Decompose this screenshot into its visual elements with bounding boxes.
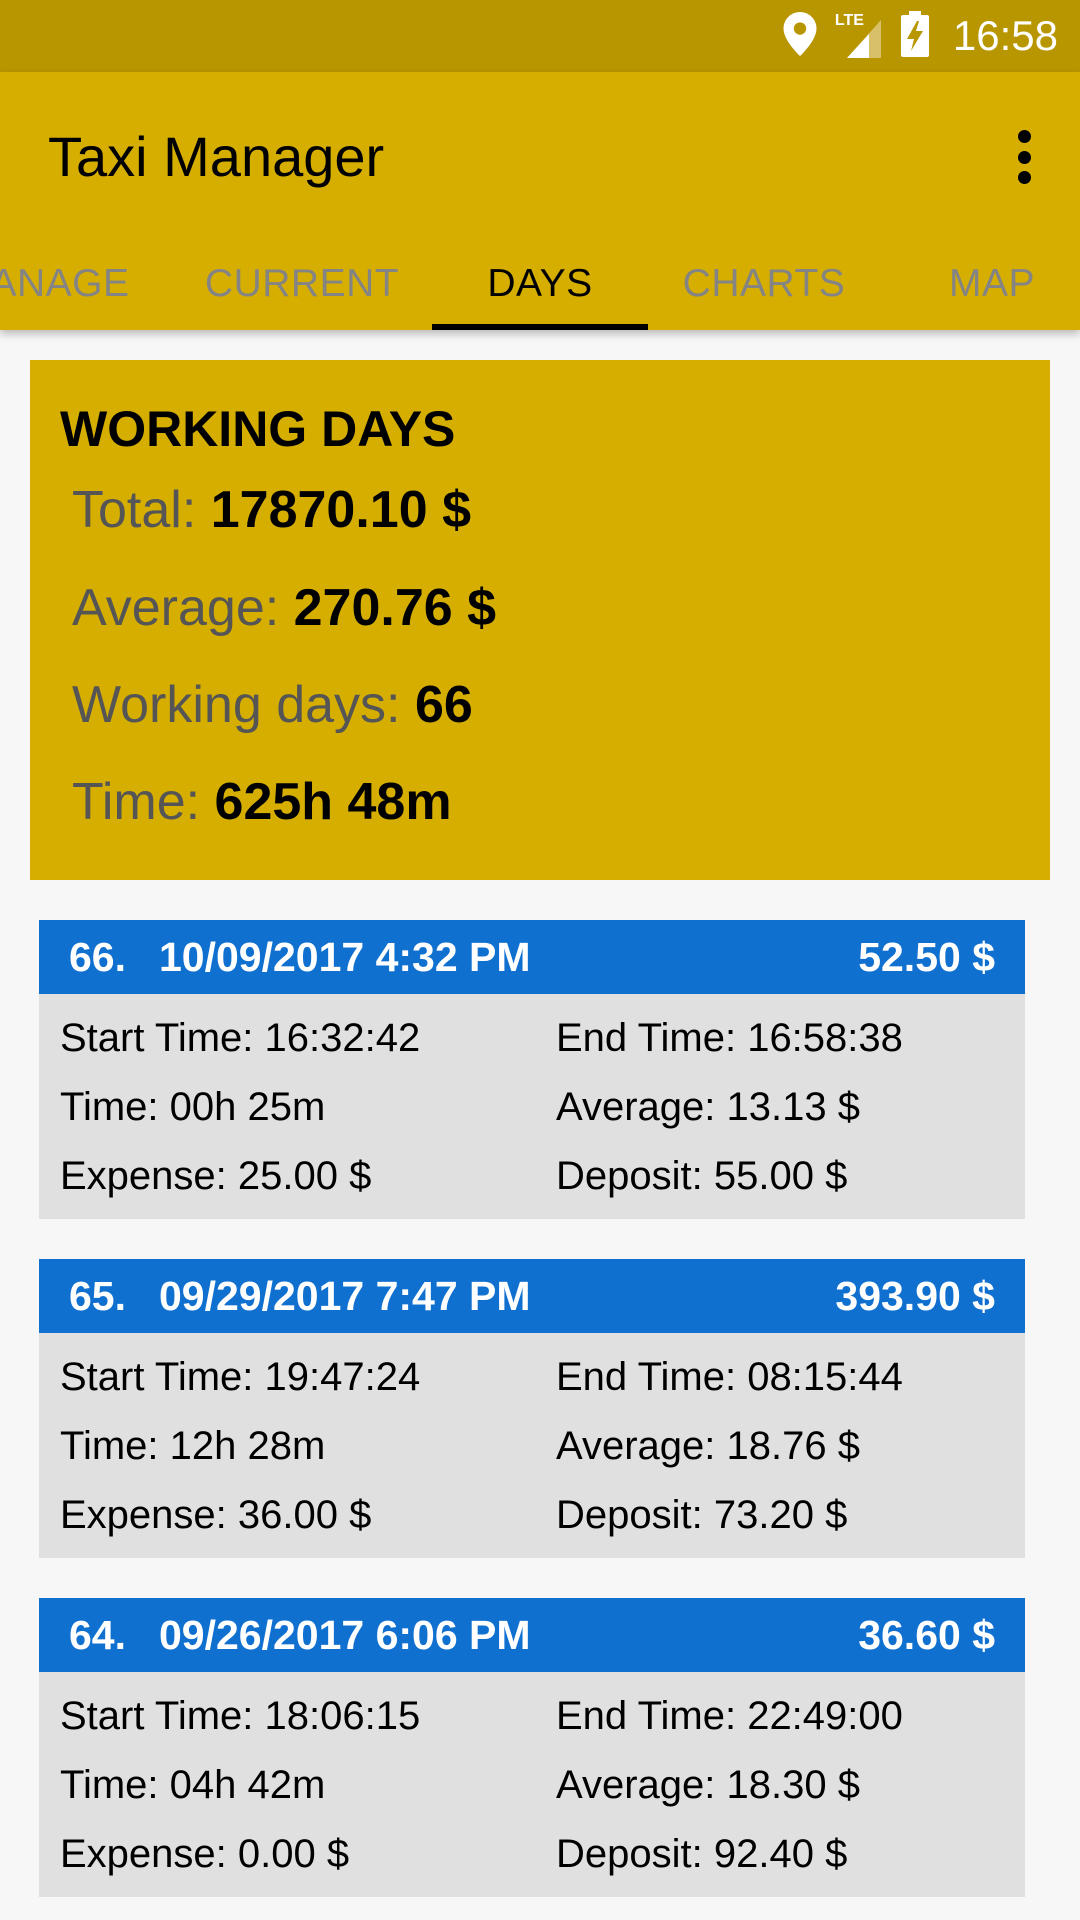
average: Average: 18.30 $ (556, 1763, 860, 1807)
app-title: Taxi Manager (48, 125, 385, 188)
day-total: 36.60 $ (858, 1612, 995, 1658)
deposit: Deposit: 92.40 $ (556, 1832, 848, 1876)
day-number: 65. (69, 1273, 126, 1319)
end-time: End Time: 16:58:38 (556, 1016, 903, 1060)
time-value: 625h 48m (214, 773, 452, 831)
day-card[interactable]: 66. 10/09/2017 4:32 PM 52.50 $ Start Tim… (39, 920, 1025, 1219)
network-type-label: LTE (834, 12, 864, 29)
start-time: Start Time: 19:47:24 (60, 1355, 421, 1399)
duration: Time: 04h 42m (60, 1763, 326, 1807)
deposit: Deposit: 73.20 $ (556, 1493, 848, 1537)
day-card-body: Start Time: 19:47:24 End Time: 08:15:44 … (39, 1333, 1025, 1558)
day-total: 393.90 $ (835, 1273, 995, 1319)
deposit: Deposit: 55.00 $ (556, 1154, 848, 1198)
app-bar: Taxi Manager ANAGE CURRENT DAYS CHARTS M… (0, 72, 1080, 330)
duration: Time: 00h 25m (60, 1085, 326, 1129)
expense: Expense: 36.00 $ (60, 1493, 372, 1537)
more-vert-icon[interactable] (1014, 130, 1034, 184)
working-days-summary: WORKING DAYS Total: 17870.10 $ Average: … (30, 360, 1050, 880)
day-card-body: Start Time: 16:32:42 End Time: 16:58:38 … (39, 994, 1025, 1219)
summary-total: Total: 17870.10 $ (72, 481, 472, 539)
status-bar: LTE 16:58 (0, 0, 1080, 72)
day-total: 52.50 $ (858, 934, 995, 980)
end-time: End Time: 22:49:00 (556, 1694, 903, 1738)
day-number: 66. (69, 934, 126, 980)
duration: Time: 12h 28m (60, 1424, 326, 1468)
average: Average: 18.76 $ (556, 1424, 860, 1468)
summary-time: Time: 625h 48m (72, 773, 452, 831)
location-icon (783, 11, 817, 61)
day-card-body: Start Time: 18:06:15 End Time: 22:49:00 … (39, 1672, 1025, 1897)
day-datetime: 10/09/2017 4:32 PM (159, 934, 531, 980)
total-value: 17870.10 $ (210, 481, 472, 539)
day-card[interactable]: 64. 09/26/2017 6:06 PM 36.60 $ Start Tim… (39, 1598, 1025, 1897)
tab-map[interactable]: MAP (912, 262, 1072, 330)
day-card-header: 66. 10/09/2017 4:32 PM 52.50 $ (39, 920, 1025, 994)
day-card[interactable]: 65. 09/29/2017 7:47 PM 393.90 $ Start Ti… (39, 1259, 1025, 1558)
clock: 16:58 (952, 12, 1058, 59)
day-card-header: 65. 09/29/2017 7:47 PM 393.90 $ (39, 1259, 1025, 1333)
expense: Expense: 0.00 $ (60, 1832, 350, 1876)
expense: Expense: 25.00 $ (60, 1154, 372, 1198)
lte-signal-icon: LTE (834, 12, 883, 58)
day-card-header: 64. 09/26/2017 6:06 PM 36.60 $ (39, 1598, 1025, 1672)
day-number: 64. (69, 1612, 126, 1658)
summary-title: WORKING DAYS (60, 401, 456, 457)
start-time: Start Time: 18:06:15 (60, 1694, 421, 1738)
tab-manage[interactable]: ANAGE (0, 262, 140, 330)
working-days-value: 66 (414, 676, 473, 734)
summary-average: Average: 270.76 $ (72, 579, 497, 637)
day-datetime: 09/26/2017 6:06 PM (159, 1612, 531, 1658)
average-value: 270.76 $ (293, 579, 497, 637)
end-time: End Time: 08:15:44 (556, 1355, 903, 1399)
battery-charging-icon (900, 10, 929, 62)
day-datetime: 09/29/2017 7:47 PM (159, 1273, 531, 1319)
average: Average: 13.13 $ (556, 1085, 860, 1129)
tab-current[interactable]: CURRENT (196, 262, 408, 330)
summary-working-days: Working days: 66 (72, 676, 473, 734)
start-time: Start Time: 16:32:42 (60, 1016, 421, 1060)
tab-charts[interactable]: CHARTS (668, 262, 860, 330)
tab-bar: ANAGE CURRENT DAYS CHARTS MAP (0, 262, 1080, 330)
tab-days[interactable]: DAYS (432, 262, 648, 330)
